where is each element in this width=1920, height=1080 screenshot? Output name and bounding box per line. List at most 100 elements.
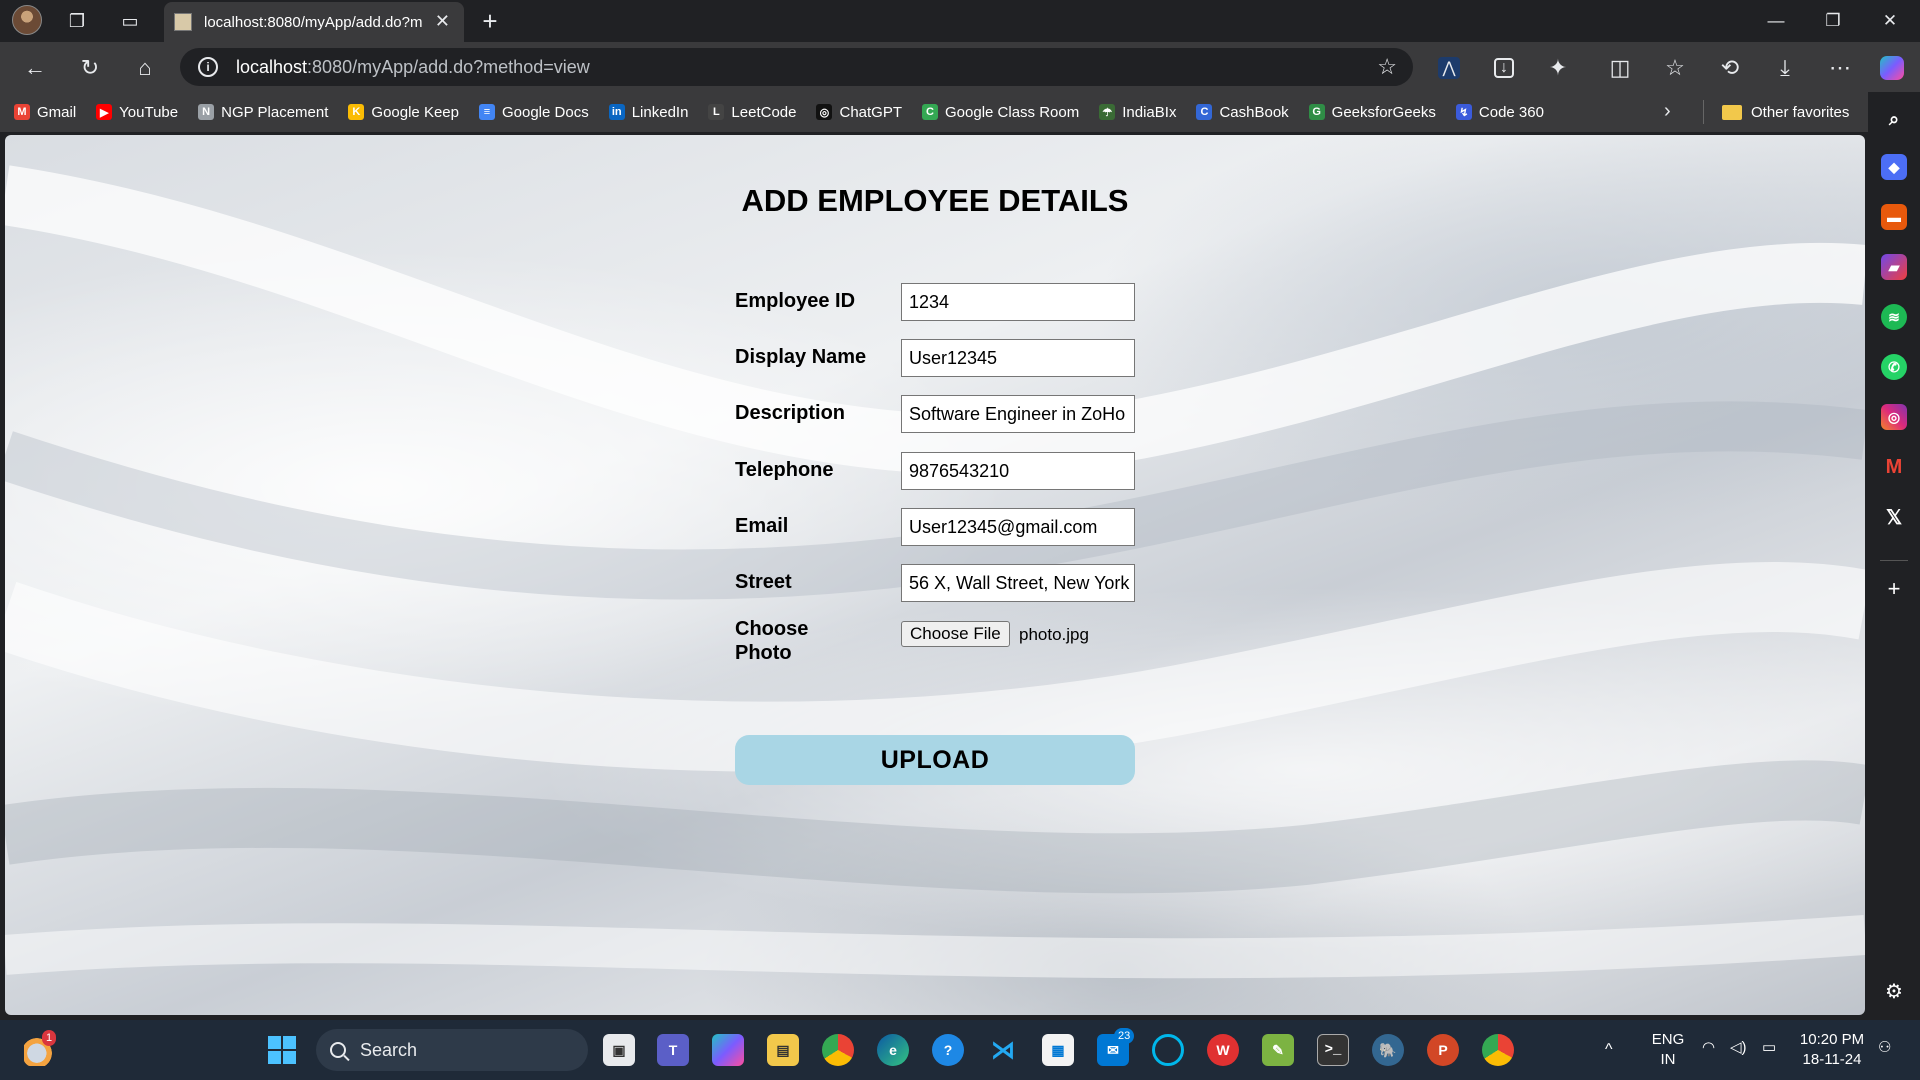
chrome-icon[interactable] — [1482, 1034, 1514, 1066]
workspaces-icon[interactable]: ❐ — [62, 6, 92, 36]
email-input[interactable]: User12345@gmail.com — [901, 508, 1135, 546]
bookmark-leetcode[interactable]: L LeetCode — [708, 104, 796, 121]
terminal-icon[interactable]: >_ — [1317, 1034, 1349, 1066]
site-info-icon[interactable]: i — [198, 57, 218, 77]
language-code: ENG — [1651, 1031, 1685, 1048]
bookmark-linkedin[interactable]: in LinkedIn — [608, 104, 688, 121]
file-explorer-icon[interactable]: ▤ — [767, 1034, 799, 1066]
split-screen-icon[interactable]: ◫ — [1604, 52, 1636, 84]
bookmark-gmail[interactable]: M Gmail — [14, 104, 76, 121]
postgresql-icon[interactable]: 🐘 — [1372, 1034, 1404, 1066]
designer-icon[interactable]: ▰ — [1881, 254, 1907, 280]
gmail-icon[interactable]: M — [1881, 454, 1907, 480]
back-icon[interactable]: ← — [19, 52, 51, 84]
edge-icon[interactable]: e — [877, 1034, 909, 1066]
show-hidden-icons[interactable]: ^ — [1605, 1040, 1613, 1060]
taskbar-search[interactable]: Search — [316, 1029, 588, 1071]
bookmark-label: Google Docs — [501, 103, 589, 121]
add-sidebar-app-icon[interactable]: + — [1881, 576, 1907, 602]
extensions-puzzle-icon[interactable]: ✦ — [1542, 52, 1574, 84]
home-icon[interactable]: ⌂ — [129, 52, 161, 84]
youtube-icon: ▶ — [96, 104, 113, 120]
vscode-icon[interactable]: ⋊ — [987, 1034, 1019, 1066]
google-keep-icon: K — [348, 104, 365, 120]
bookmark-code-360[interactable]: ↯ Code 360 — [1455, 104, 1544, 121]
powerpoint-icon[interactable]: P — [1427, 1034, 1459, 1066]
windows-start-icon[interactable] — [266, 1034, 298, 1066]
minimize-button[interactable]: — — [1756, 6, 1796, 36]
volume-icon[interactable]: ◁) — [1730, 1038, 1747, 1058]
shopping-tag-icon[interactable]: ◆ — [1881, 154, 1907, 180]
description-input[interactable]: Software Engineer in ZoHo — [901, 395, 1135, 433]
address-bar[interactable]: i localhost:8080/myApp/add.do?method=vie… — [180, 48, 1413, 86]
history-icon[interactable]: ⟲ — [1714, 52, 1746, 84]
bookmark-youtube[interactable]: ▶ YouTube — [96, 104, 178, 121]
whatsapp-icon[interactable]: ✆ — [1881, 354, 1907, 380]
choose-file-button[interactable]: Choose File — [901, 621, 1010, 647]
bookmark-label: Google Class Room — [945, 103, 1080, 121]
employee-id-input[interactable]: 1234 — [901, 283, 1135, 321]
tab-strip: ❐ ▭ localhost:8080/myApp/add.do?m ✕ + — … — [0, 0, 1920, 42]
wifi-icon[interactable]: ◠ — [1702, 1038, 1715, 1058]
bookmark-google-keep[interactable]: K Google Keep — [348, 104, 459, 121]
bookmark-label: ChatGPT — [839, 103, 903, 121]
download-extension-icon[interactable]: ↓ — [1488, 52, 1520, 84]
chrome-beta-icon[interactable] — [822, 1034, 854, 1066]
language-indicator[interactable]: ENG IN — [1648, 1030, 1688, 1070]
profile-avatar[interactable] — [12, 5, 42, 35]
notepad-icon[interactable]: ✎ — [1262, 1034, 1294, 1066]
notifications-icon[interactable]: ⚇ — [1878, 1038, 1891, 1058]
bookmark-indiabix[interactable]: ☂ IndiaBIx — [1099, 104, 1176, 121]
task-view-icon[interactable]: ▣ — [603, 1034, 635, 1066]
display-name-input[interactable]: User12345 — [901, 339, 1135, 377]
bookmark-geeksforgeeks[interactable]: G GeeksforGeeks — [1308, 104, 1436, 121]
bookmark-google-class-room[interactable]: C Google Class Room — [922, 104, 1079, 121]
teams-icon[interactable]: T — [657, 1034, 689, 1066]
telephone-label: Telephone — [735, 459, 834, 481]
bookmarks-bar: M Gmail ▶ YouTube N NGP Placement K Google Keep… — [0, 92, 1880, 132]
telephone-input[interactable]: 9876543210 — [901, 452, 1135, 490]
x-twitter-icon[interactable]: 𝕏 — [1881, 504, 1907, 530]
new-tab-button[interactable]: + — [475, 6, 505, 36]
tools-briefcase-icon[interactable]: ▬ — [1881, 204, 1907, 230]
extension-icon[interactable]: ⋀ — [1433, 52, 1465, 84]
bookmark-cashbook[interactable]: C CashBook — [1196, 104, 1289, 121]
more-bookmarks-icon[interactable]: › — [1664, 100, 1671, 123]
street-input[interactable]: 56 X, Wall Street, New York — [901, 564, 1135, 602]
wps-office-icon[interactable]: W — [1207, 1034, 1239, 1066]
ngp-placement-icon: N — [198, 104, 215, 120]
bookmark-google-docs[interactable]: ≡ Google Docs — [478, 103, 589, 121]
tab-actions-icon[interactable]: ▭ — [115, 6, 145, 36]
restore-button[interactable]: ❐ — [1813, 6, 1853, 36]
search-icon[interactable]: ⌕ — [1881, 106, 1907, 132]
favorites-icon[interactable]: ☆ — [1659, 52, 1691, 84]
store-icon[interactable]: ▦ — [1042, 1034, 1074, 1066]
search-placeholder: Search — [360, 1039, 418, 1060]
reload-icon[interactable]: ↻ — [74, 52, 106, 84]
more-menu-icon[interactable]: ⋯ — [1824, 52, 1856, 84]
cashbook-icon: C — [1196, 104, 1213, 120]
instagram-icon[interactable]: ◎ — [1881, 404, 1907, 430]
code-360-icon: ↯ — [1455, 104, 1472, 120]
downloads-icon[interactable]: ⤓ — [1769, 52, 1801, 84]
help-icon[interactable]: ? — [932, 1034, 964, 1066]
copilot-icon[interactable] — [1876, 52, 1908, 84]
bookmark-label: Google Keep — [371, 103, 459, 121]
active-tab[interactable]: localhost:8080/myApp/add.do?m ✕ — [164, 2, 464, 42]
bookmark-label: IndiaBIx — [1122, 103, 1177, 121]
spotify-icon[interactable]: ≋ — [1881, 304, 1907, 330]
favorite-star-icon[interactable]: ☆ — [1377, 54, 1397, 80]
settings-gear-icon[interactable]: ⚙ — [1881, 978, 1907, 1004]
other-favorites[interactable]: Other favorites — [1722, 92, 1849, 132]
bookmark-chatgpt[interactable]: ◎ ChatGPT — [816, 104, 902, 121]
alexa-icon[interactable] — [1152, 1034, 1184, 1066]
close-window-button[interactable]: ✕ — [1870, 6, 1910, 36]
close-tab-icon[interactable]: ✕ — [435, 11, 450, 32]
weather-badge: 1 — [42, 1030, 57, 1046]
battery-icon[interactable]: ▭ — [1762, 1038, 1776, 1058]
copilot-taskbar-icon[interactable] — [712, 1034, 744, 1066]
clock[interactable]: 10:20 PM 18-11-24 — [1797, 1030, 1867, 1070]
folder-icon — [1722, 104, 1742, 120]
bookmark-ngp-placement[interactable]: N NGP Placement — [198, 104, 328, 121]
upload-button[interactable]: UPLOAD — [735, 735, 1135, 785]
